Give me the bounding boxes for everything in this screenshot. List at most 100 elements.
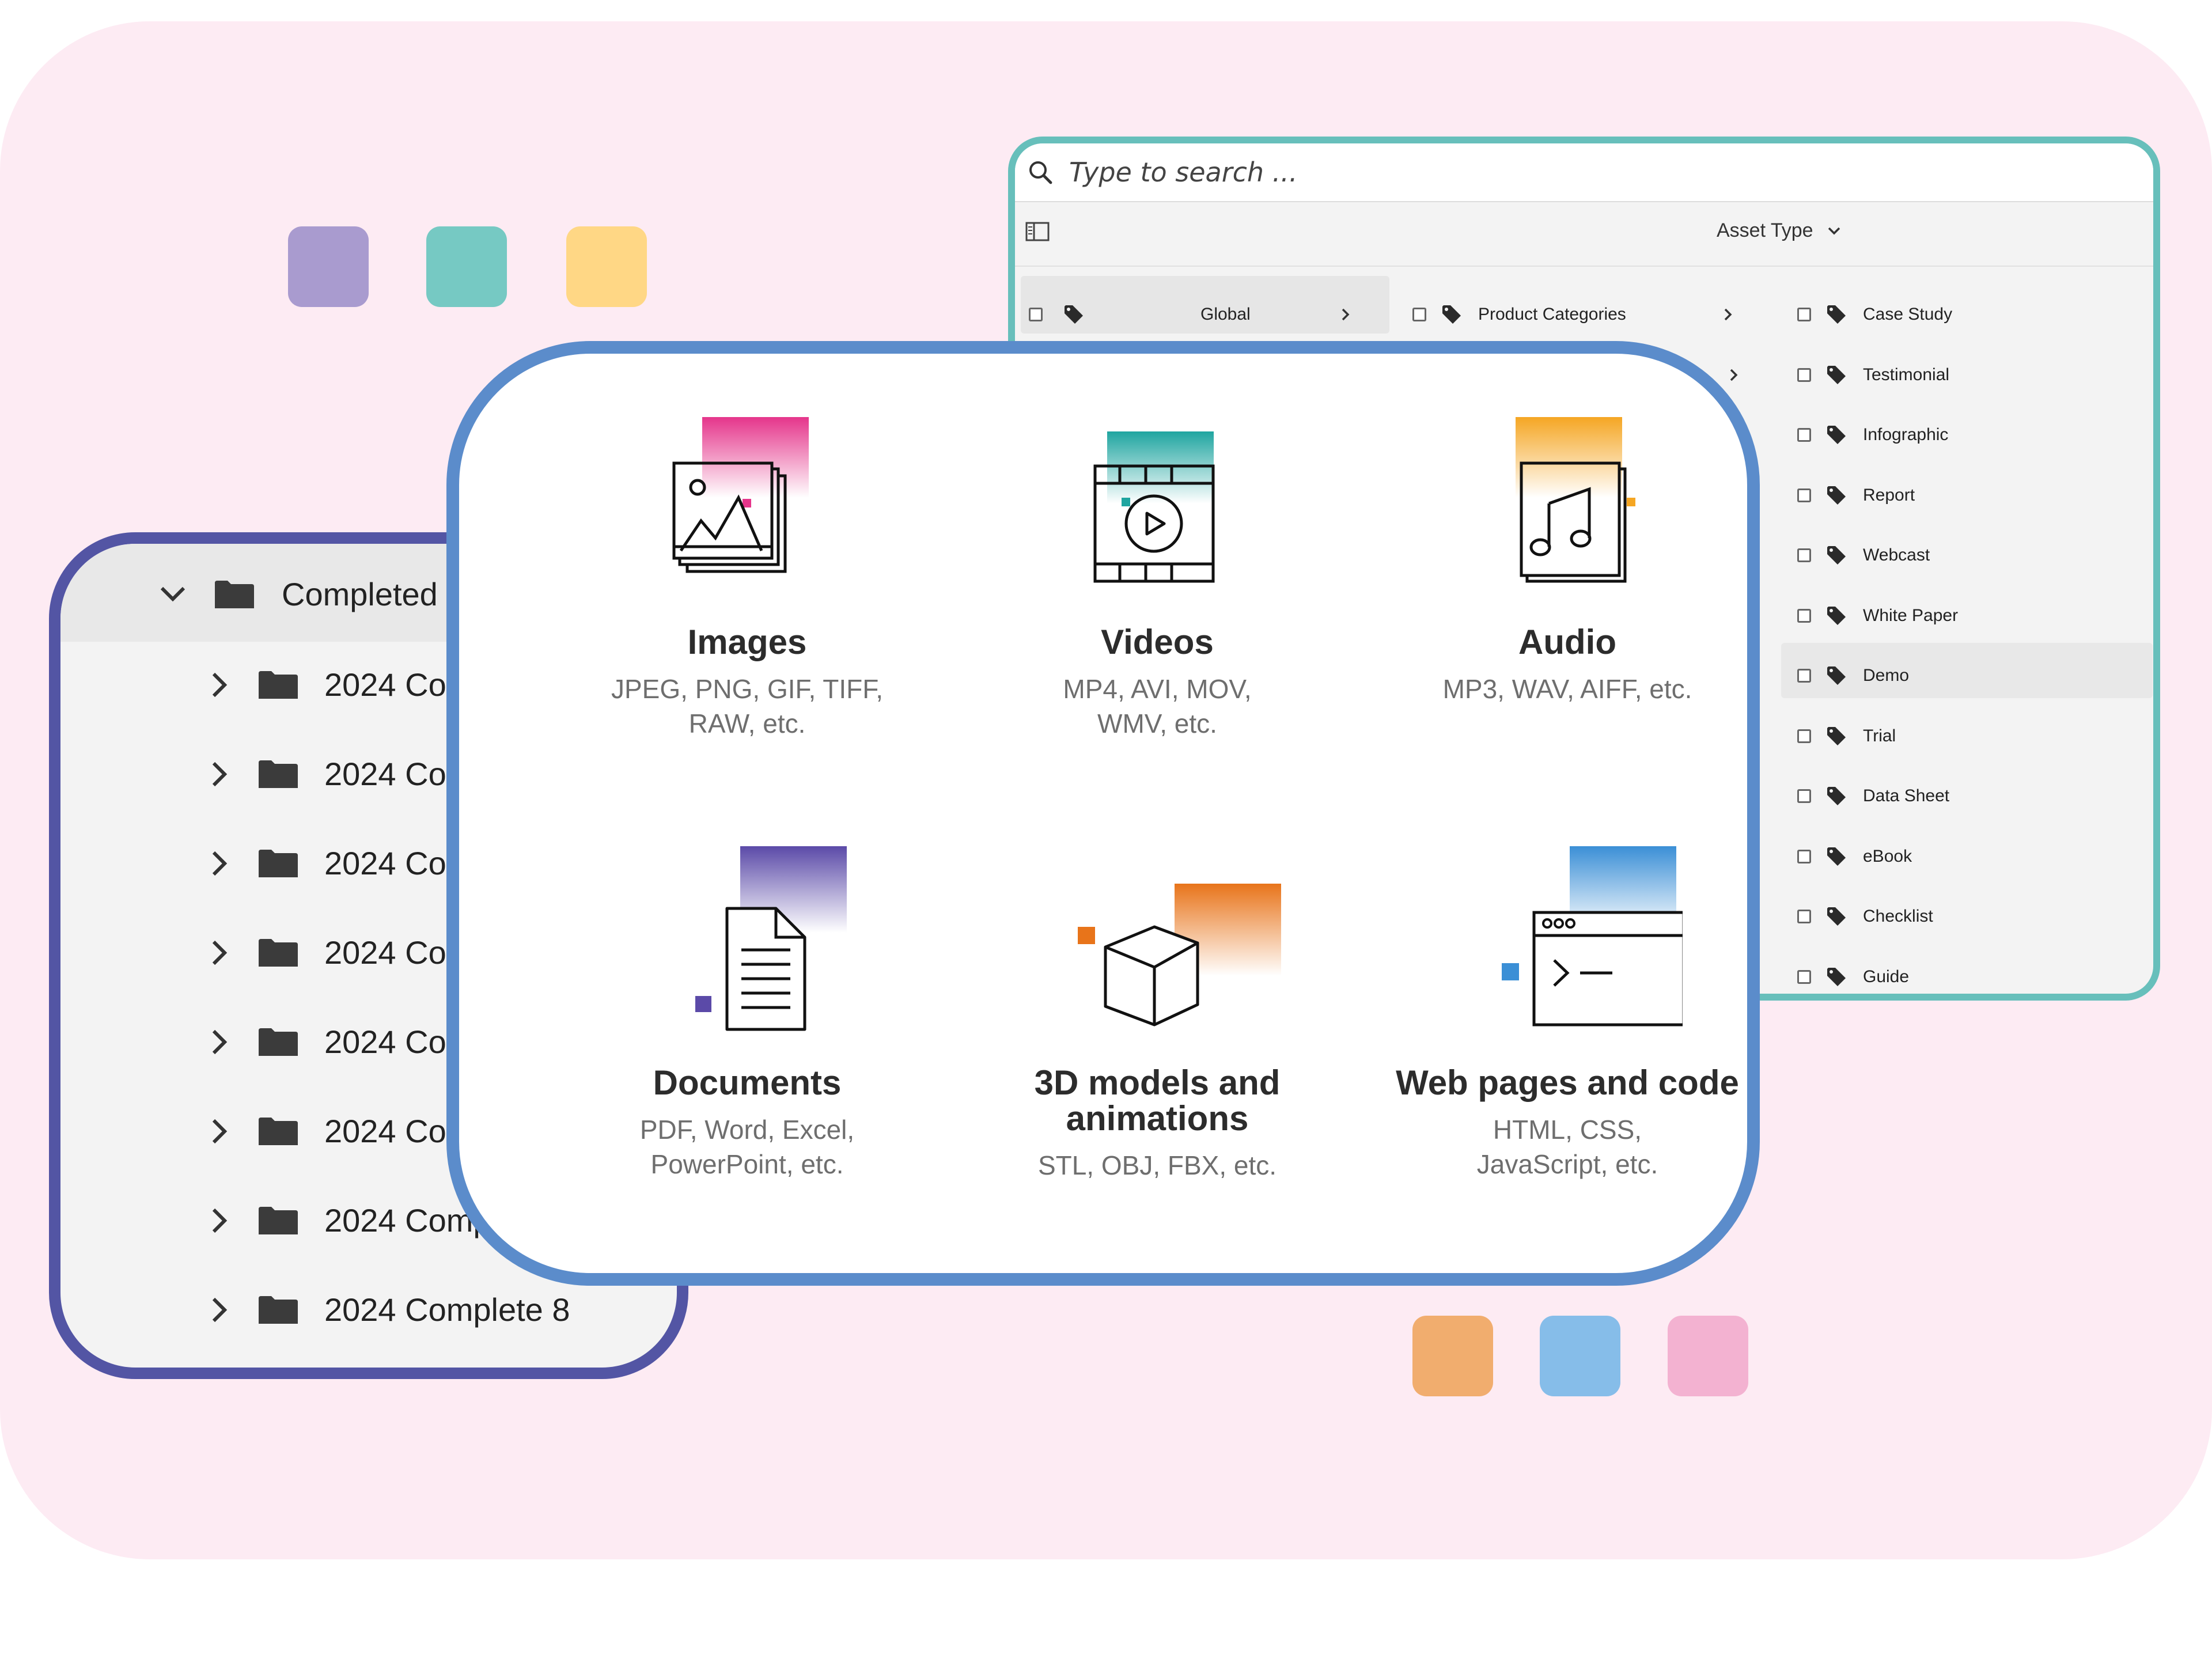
tree-folder-row[interactable]: 2024 Comp bbox=[209, 1202, 491, 1239]
document-icon bbox=[632, 846, 862, 1065]
checkbox[interactable] bbox=[1797, 849, 1811, 863]
tag-label: Data Sheet bbox=[1863, 786, 1950, 806]
checkbox[interactable] bbox=[1797, 910, 1811, 924]
tag-icon bbox=[1827, 365, 1846, 384]
tag-icon bbox=[1827, 967, 1846, 986]
asset-type-videos[interactable]: Videos MP4, AVI, MOV, WMV, etc. bbox=[956, 406, 1359, 741]
chevron-right-icon[interactable] bbox=[209, 671, 229, 699]
chevron-right-icon[interactable] bbox=[209, 760, 229, 789]
checkbox[interactable] bbox=[1797, 548, 1811, 563]
checkbox[interactable] bbox=[1412, 308, 1426, 322]
checkbox[interactable] bbox=[1797, 368, 1811, 382]
tree-folder-row[interactable]: 2024 Cor bbox=[209, 1023, 457, 1060]
tag-row[interactable]: Guide bbox=[1797, 947, 2153, 994]
tag-icon bbox=[1827, 847, 1846, 866]
tag-column-3: Case Study Testimonial Infographic Report We… bbox=[1797, 285, 2153, 994]
tag-column-1: Global bbox=[1029, 285, 1386, 345]
checkbox[interactable] bbox=[1797, 428, 1811, 442]
tree-folder-row[interactable]: 2024 Cor bbox=[209, 934, 457, 971]
asset-type-dropdown[interactable]: Asset Type bbox=[1717, 219, 1842, 242]
tree-folder-label: 2024 Cor bbox=[324, 1024, 457, 1060]
tree-folder-row[interactable]: 2024 Cor bbox=[209, 755, 457, 793]
checkbox[interactable] bbox=[1797, 669, 1811, 683]
tag-icon bbox=[1827, 305, 1846, 324]
tag-label: Trial bbox=[1863, 726, 1896, 745]
chevron-right-icon[interactable] bbox=[209, 1028, 229, 1056]
chevron-right-icon[interactable] bbox=[209, 1206, 229, 1235]
tag-row[interactable]: Checklist bbox=[1797, 887, 2153, 947]
tag-icon bbox=[1827, 787, 1846, 806]
asset-type-desc: STL, OBJ, FBX, etc. bbox=[1037, 1150, 1277, 1180]
checkbox[interactable] bbox=[1797, 729, 1811, 743]
chevron-right-icon[interactable] bbox=[209, 849, 229, 878]
chevron-right-icon[interactable] bbox=[209, 938, 229, 967]
panel-toggle-icon[interactable] bbox=[1025, 222, 1050, 241]
folder-icon bbox=[259, 1028, 298, 1056]
tag-row[interactable]: White Paper bbox=[1797, 586, 2153, 646]
tag-icon bbox=[1827, 666, 1846, 685]
chevron-right-icon[interactable] bbox=[1726, 368, 1741, 382]
tree-root-row[interactable]: Completed F bbox=[158, 575, 467, 613]
tag-row[interactable]: Infographic bbox=[1797, 405, 2153, 465]
swatch-yellow bbox=[566, 226, 647, 307]
chevron-right-icon[interactable] bbox=[209, 1296, 229, 1324]
asset-type-documents[interactable]: Documents PDF, Word, Excel, PowerPoint, e… bbox=[546, 846, 949, 1181]
asset-type-label: Asset Type bbox=[1717, 219, 1813, 241]
video-film-icon bbox=[1042, 406, 1272, 624]
folder-icon bbox=[215, 580, 254, 608]
tag-row[interactable]: Testimonial bbox=[1797, 345, 2153, 406]
tag-label: Product Categories bbox=[1478, 305, 1626, 324]
tag-label: Global bbox=[1200, 305, 1251, 324]
checkbox[interactable] bbox=[1797, 969, 1811, 984]
chevron-down-icon[interactable] bbox=[158, 585, 187, 604]
tag-row[interactable]: eBook bbox=[1797, 827, 2153, 887]
search-bar bbox=[1015, 143, 2153, 202]
tag-label: Checklist bbox=[1863, 907, 1933, 926]
tag-row[interactable]: Report bbox=[1797, 465, 2153, 526]
checkbox[interactable] bbox=[1797, 608, 1811, 623]
tree-folder-row[interactable]: 2024 Cor bbox=[209, 666, 457, 703]
asset-type-images[interactable]: Images JPEG, PNG, GIF, TIFF, RAW, etc. bbox=[546, 406, 949, 741]
tag-label: Case Study bbox=[1863, 305, 1953, 324]
terminal-window-icon bbox=[1452, 846, 1683, 1065]
tag-row-product-categories[interactable]: Product Categories bbox=[1412, 285, 1787, 345]
checkbox[interactable] bbox=[1797, 488, 1811, 502]
tag-icon bbox=[1827, 426, 1846, 445]
tag-row[interactable]: Data Sheet bbox=[1797, 766, 2153, 827]
tree-folder-row[interactable]: 2024 Cor bbox=[209, 844, 457, 882]
tree-folder-row[interactable]: 2024 Complete 8 bbox=[209, 1291, 570, 1328]
tag-row[interactable]: Case Study bbox=[1797, 285, 2153, 345]
checkbox[interactable] bbox=[1797, 789, 1811, 804]
tag-row[interactable]: Webcast bbox=[1797, 525, 2153, 586]
folder-icon bbox=[259, 760, 298, 788]
asset-type-title: Images bbox=[687, 623, 807, 661]
tag-icon bbox=[1065, 305, 1083, 324]
asset-type-desc: MP4, AVI, MOV, WMV, etc. bbox=[1063, 674, 1252, 738]
checkbox[interactable] bbox=[1797, 308, 1811, 322]
tag-icon bbox=[1827, 486, 1846, 505]
chevron-right-icon[interactable] bbox=[1338, 307, 1353, 322]
tree-folder-row[interactable]: 2024 Cor bbox=[209, 1112, 457, 1150]
asset-type-audio[interactable]: Audio MP3, WAV, AIFF, etc. bbox=[1366, 406, 1747, 706]
tag-label: Demo bbox=[1863, 666, 1910, 685]
chevron-right-icon[interactable] bbox=[1720, 307, 1735, 322]
tag-icon bbox=[1827, 606, 1846, 625]
tag-row-global[interactable]: Global bbox=[1029, 285, 1386, 345]
tree-folder-label: 2024 Cor bbox=[324, 756, 457, 792]
checkbox[interactable] bbox=[1029, 308, 1043, 322]
tag-row[interactable]: Trial bbox=[1797, 706, 2153, 767]
folder-icon bbox=[259, 849, 298, 877]
swatch-pink bbox=[1668, 1316, 1748, 1396]
asset-type-web-pages[interactable]: Web pages and code HTML, CSS, JavaScript,… bbox=[1366, 846, 1747, 1181]
chevron-right-icon[interactable] bbox=[209, 1117, 229, 1146]
swatch-purple bbox=[288, 226, 369, 307]
asset-type-3d-models[interactable]: 3D models and animations STL, OBJ, FBX, e… bbox=[956, 846, 1359, 1183]
asset-type-title: Audio bbox=[1518, 623, 1616, 661]
tag-label: Infographic bbox=[1863, 425, 1949, 445]
search-input[interactable] bbox=[1068, 156, 1762, 188]
tag-row[interactable]: Demo bbox=[1797, 646, 2153, 706]
tree-folder-label: 2024 Complete 8 bbox=[324, 1291, 570, 1328]
tree-root-label: Completed F bbox=[282, 576, 467, 612]
cube-icon bbox=[1042, 846, 1281, 1065]
tag-icon bbox=[1827, 546, 1846, 565]
